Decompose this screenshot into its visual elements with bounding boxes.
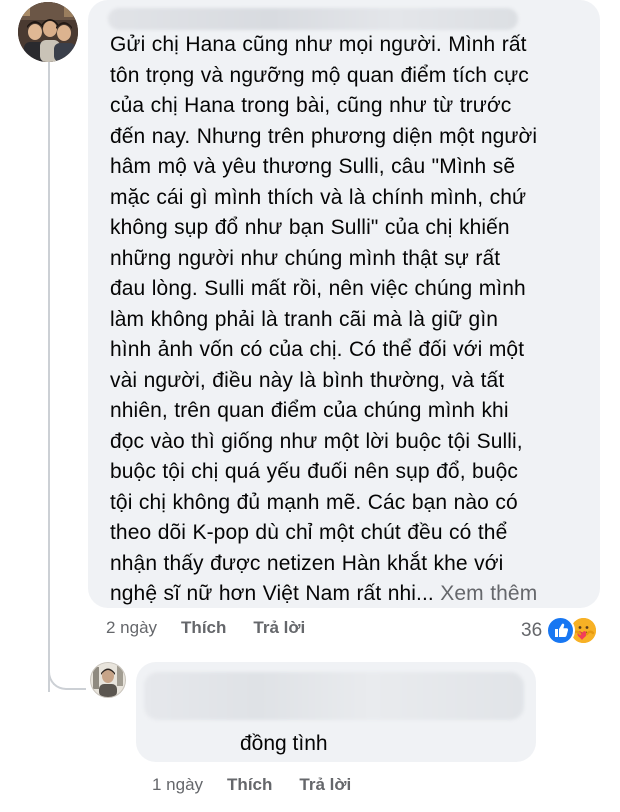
reply-commenter-name-blurred [144, 672, 524, 720]
reply-like-button[interactable]: Thích [227, 775, 272, 795]
comment-truncated-text: nghệ sĩ nữ hơn Việt Nam rất nhi... [110, 582, 434, 605]
reply-bubble: đồng tình [136, 662, 536, 762]
reply-actions: 1 ngày Thích Trả lời [152, 775, 378, 795]
comment-actions: 2 ngày Thích Trả lời [106, 618, 332, 638]
avatar[interactable] [18, 2, 78, 62]
comment-line: không sụp đổ như bạn Sulli" của chị khiế… [110, 216, 510, 239]
reply-avatar-photo [91, 663, 125, 697]
comment-text: Gửi chị Hana cũng như mọi người. Mình rấ… [110, 30, 578, 610]
avatar-photo [18, 2, 78, 62]
reply-text: đồng tình [240, 732, 328, 755]
commenter-name-blurred [108, 8, 518, 30]
thread-connector [48, 648, 86, 690]
reaction-count: 36 [521, 619, 543, 641]
comment-line: buộc tội chị quá yếu đuối nên sụp đổ, bu… [110, 460, 518, 483]
thread-line [48, 62, 50, 692]
reply-button[interactable]: Trả lời [253, 618, 305, 638]
like-icon [546, 616, 576, 645]
comment-line: tội chị không đủ mạnh mẽ. Các bạn nào có [110, 490, 518, 514]
comment-line: hâm mộ và yêu thương Sulli, câu "Mình sẽ [110, 155, 516, 178]
comment-line: tôn trọng và ngưỡng mộ quan điểm tích cự… [110, 63, 529, 87]
comment-timestamp[interactable]: 2 ngày [106, 618, 157, 638]
comment-line: đến nay. Nhưng trên phương diện một ngườ… [110, 124, 538, 148]
comment-line: mặc cái gì mình thích và là chính mình, … [110, 185, 527, 209]
see-more-link[interactable]: Xem thêm [440, 582, 537, 605]
comment-line: nhận thấy được netizen Hàn khắt khe với [110, 551, 504, 575]
comment-line: của chị Hana trong bài, cũng như từ trướ… [110, 94, 512, 117]
reaction-summary[interactable]: 36 [521, 616, 599, 645]
comment-line: làm không phải là tranh cãi mà là giữ gì… [110, 307, 499, 331]
reply-timestamp[interactable]: 1 ngày [152, 775, 203, 795]
comment-line: đọc vào thì giống như một lời buộc tội S… [110, 429, 523, 453]
reply-avatar[interactable] [90, 662, 126, 698]
comment-line: theo dõi K-pop dù chỉ một chút đều có th… [110, 521, 508, 544]
reply-reply-button[interactable]: Trả lời [299, 775, 351, 795]
comment-line: đau lòng. Sulli mất rồi, nên việc chúng … [110, 277, 526, 300]
comment-thread: Gửi chị Hana cũng như mọi người. Mình rấ… [0, 0, 620, 812]
comment-line: những người như chúng mình thật sự rất [110, 246, 501, 270]
comment-last-line: nghệ sĩ nữ hơn Việt Nam rất nhi... Xem t… [110, 579, 578, 610]
comment-line: vài người, điều này là bình thường, và t… [110, 368, 505, 392]
comment-line: hình ảnh vốn có của chị. Có thể đối với … [110, 338, 525, 361]
like-button[interactable]: Thích [181, 618, 226, 638]
comment-line: Gửi chị Hana cũng như mọi người. Mình rấ… [110, 33, 527, 56]
comment-line: nhiên, trên quan điểm của chúng mình khi [110, 399, 509, 422]
comment-bubble: Gửi chị Hana cũng như mọi người. Mình rấ… [88, 0, 600, 608]
